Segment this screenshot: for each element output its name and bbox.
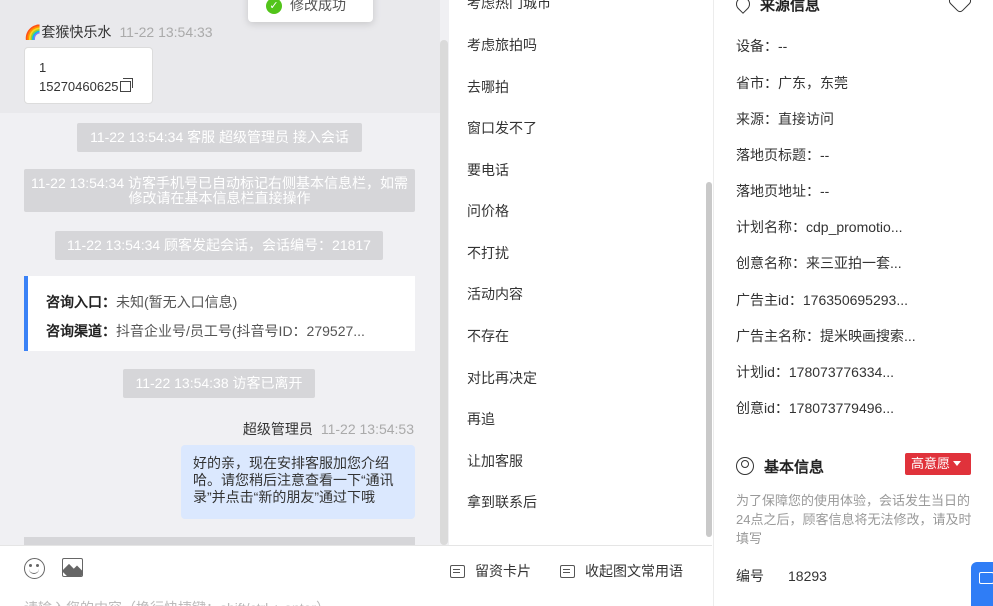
phrase-item[interactable]: 考虑旅拍吗 <box>467 35 537 55</box>
image-icon[interactable] <box>62 558 83 577</box>
phrase-item[interactable]: 窗口发不了 <box>467 118 537 138</box>
code-value: 18293 <box>788 568 827 584</box>
consult-channel-label: 咨询渠道： <box>46 323 116 339</box>
source-field: 广告主名称：提米映画搜索... <box>736 328 916 344</box>
lead-card-label: 留资卡片 <box>475 563 531 579</box>
collapse-phrases-button[interactable]: 收起图文常用语 <box>560 561 683 581</box>
consult-info-card: 咨询入口：未知(暂无入口信息) 咨询渠道：抖音企业号/员工号(抖音号ID：279… <box>24 276 415 351</box>
phone-number: 15270460625 <box>39 79 119 94</box>
source-info-title: 来源信息 <box>733 0 820 15</box>
phrase-item[interactable]: 对比再决定 <box>467 368 537 388</box>
floating-service-button[interactable] <box>971 562 993 606</box>
phrase-item[interactable]: 再追 <box>467 409 495 429</box>
phrase-item[interactable]: 不打扰 <box>467 243 509 263</box>
consult-entry-value: 未知(暂无入口信息) <box>116 294 238 310</box>
consult-channel-value: 抖音企业号/员工号(抖音号ID：279527... <box>116 323 365 339</box>
location-pin-icon <box>733 0 753 14</box>
settings-icon[interactable] <box>947 0 973 14</box>
agent-message-bubble: 好的亲，现在安排客服加您介绍哈。请您稍后注意查看一下“通讯录”并点击“新的朋友”… <box>181 445 415 519</box>
success-check-icon: ✓ <box>266 0 282 14</box>
consult-entry-label: 咨询入口： <box>46 294 116 310</box>
source-field: 创意名称：来三亚拍一套... <box>736 255 902 271</box>
source-field: 落地页地址：-- <box>736 183 830 199</box>
chat-message-list: 🌈套猴快乐水 11-22 13:54:33 1 15270460625 11-22… <box>0 0 440 545</box>
basic-info-title: 基本信息 <box>736 454 824 477</box>
agent-name: 超级管理员 <box>242 421 313 437</box>
phrase-item[interactable]: 去哪拍 <box>467 77 509 97</box>
system-note: 11-22 13:54:34 访客手机号已自动标记右侧基本信息栏，如需修改请在基… <box>24 169 415 212</box>
card-icon <box>450 565 465 578</box>
system-note <box>24 537 415 545</box>
phone-card-line1: 1 <box>39 60 47 75</box>
intent-badge[interactable]: 高意愿 <box>905 453 971 475</box>
source-field: 省市：广东，东莞 <box>736 75 848 91</box>
source-field: 创意id：178073779496... <box>736 400 894 416</box>
source-field: 计划名称：cdp_promotio... <box>736 219 903 235</box>
system-note: 11-22 13:54:34 客服 超级管理员 接入会话 <box>77 123 362 152</box>
source-field: 设备：-- <box>736 38 788 54</box>
collapse-phrases-label: 收起图文常用语 <box>585 563 683 579</box>
visitor-sender: 🌈套猴快乐水 11-22 13:54:33 <box>24 22 213 42</box>
message-input-area[interactable]: 留资卡片 收起图文常用语 请输入您的内容（换行快捷键：shift/ctrl + … <box>0 545 712 606</box>
phrase-item[interactable]: 活动内容 <box>467 284 523 304</box>
copy-icon[interactable] <box>119 78 133 92</box>
phrase-item[interactable]: 问价格 <box>467 201 509 221</box>
phrase-item[interactable]: 考虑热门城市 <box>467 0 551 13</box>
code-label: 编号 <box>736 568 764 584</box>
lead-card-button[interactable]: 留资卡片 <box>450 561 531 581</box>
phrase-scrollbar[interactable] <box>706 182 712 537</box>
source-field: 落地页标题：-- <box>736 147 830 163</box>
customer-code-row: 编号 18293 <box>736 566 827 586</box>
chat-panel: 🌈套猴快乐水 11-22 13:54:33 1 15270460625 11-22… <box>0 0 449 606</box>
source-field: 广告主id：176350695293... <box>736 292 908 308</box>
message-icon <box>560 565 575 578</box>
customer-info-panel: 来源信息 设备：-- 省市：广东，东莞 来源：直接访问 落地页标题：-- 落地页… <box>713 0 993 606</box>
source-field: 计划id：178073776334... <box>736 364 894 380</box>
agent-time: 11-22 13:54:53 <box>320 421 414 437</box>
phrase-item[interactable]: 要电话 <box>467 160 509 180</box>
phone-card[interactable]: 1 15270460625 <box>24 47 153 104</box>
user-icon <box>736 457 754 475</box>
toast-text: 修改成功 <box>290 0 346 13</box>
phrase-item[interactable]: 拿到联系后 <box>467 492 537 512</box>
edit-notice: 为了保障您的使用体验，会话发生当日的24点之后，顾客信息将无法修改，请及时填写 <box>736 493 972 546</box>
chat-scrollbar[interactable] <box>440 40 448 545</box>
dropdown-arrow-icon <box>953 461 962 466</box>
system-note: 11-22 13:54:34 顾客发起会话，会话编号：21817 <box>55 231 383 260</box>
system-note: 11-22 13:54:38 访客已离开 <box>123 369 315 398</box>
phrase-item[interactable]: 让加客服 <box>467 451 523 471</box>
source-field: 来源：直接访问 <box>736 111 834 127</box>
success-toast: ✓ 修改成功 <box>248 0 373 22</box>
visitor-name: 🌈套猴快乐水 <box>24 24 112 40</box>
quick-phrase-list: 考虑热门城市 考虑旅拍吗 去哪拍 窗口发不了 要电话 问价格 不打扰 活动内容 … <box>449 0 712 545</box>
visitor-message: 🌈套猴快乐水 11-22 13:54:33 1 15270460625 <box>0 0 440 113</box>
message-input-placeholder[interactable]: 请输入您的内容（换行快捷键：shift/ctrl + enter） <box>24 598 330 606</box>
phrase-item[interactable]: 不存在 <box>467 326 509 346</box>
visitor-time: 11-22 13:54:33 <box>119 24 213 40</box>
emoji-icon[interactable] <box>24 558 45 579</box>
agent-sender: 超级管理员 11-22 13:54:53 <box>243 419 414 439</box>
